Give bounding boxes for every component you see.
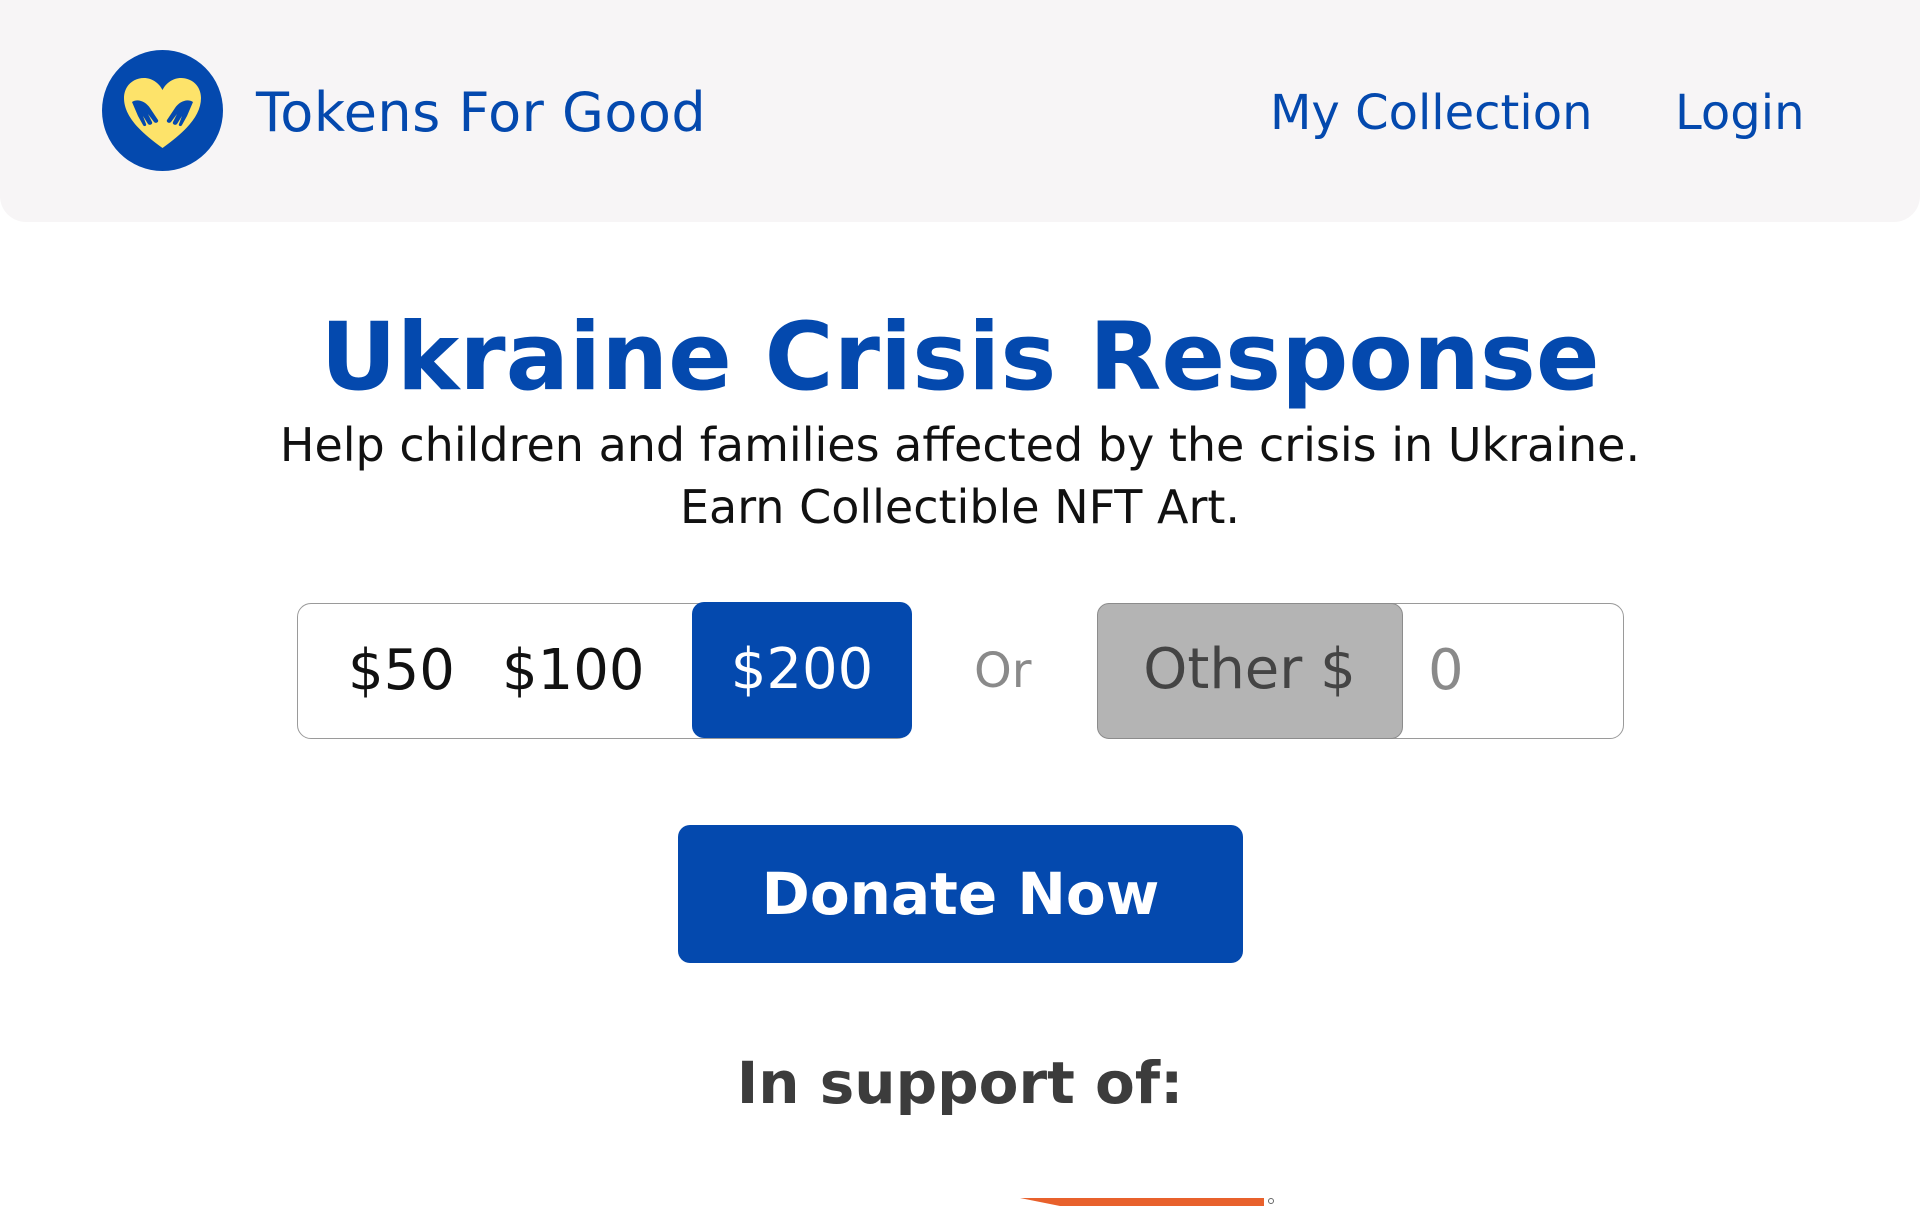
support-heading: In support of: xyxy=(736,1049,1184,1117)
subtitle-line-2: Earn Collectible NFT Art. xyxy=(679,480,1241,534)
amount-selector: $50 $100 $200 xyxy=(297,602,912,739)
page-title: Ukraine Crisis Response xyxy=(320,303,1600,412)
donate-now-button[interactable]: Donate Now xyxy=(678,825,1243,963)
partner-logo xyxy=(1020,1198,1274,1206)
other-amount-input[interactable] xyxy=(1428,624,1598,716)
or-separator: Or xyxy=(974,643,1032,699)
page: Tokens For Good My Collection Login Ukra… xyxy=(0,0,1920,1206)
page-subtitle: Help children and families affected by t… xyxy=(0,414,1920,538)
other-amount-group: Other $ xyxy=(1096,602,1624,739)
brand-name[interactable]: Tokens For Good xyxy=(256,80,706,146)
heart-hands-icon[interactable] xyxy=(102,50,223,171)
amount-option-50[interactable]: $50 xyxy=(348,604,455,737)
subtitle-line-1: Help children and families affected by t… xyxy=(279,418,1641,472)
site-header: Tokens For Good My Collection Login xyxy=(0,0,1920,222)
amount-option-200-selected[interactable]: $200 xyxy=(692,602,912,738)
nav-login[interactable]: Login xyxy=(1675,82,1805,144)
nav-my-collection[interactable]: My Collection xyxy=(1270,82,1593,144)
other-amount-label: Other $ xyxy=(1096,602,1403,739)
amount-option-100[interactable]: $100 xyxy=(502,604,645,737)
